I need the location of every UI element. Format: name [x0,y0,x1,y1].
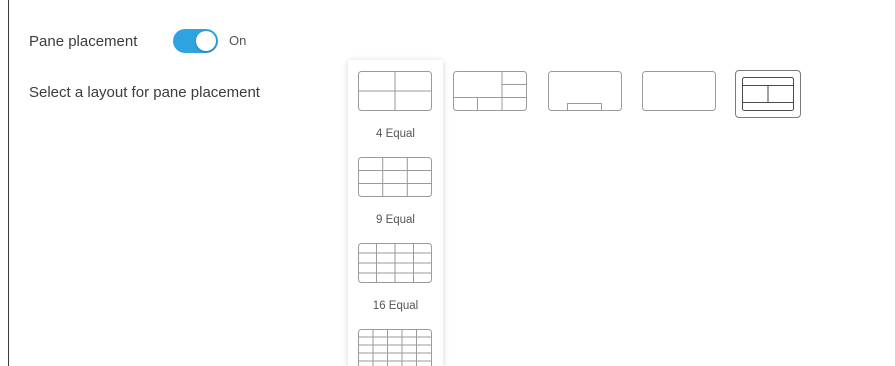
layout-20-grid-icon [358,329,432,366]
layout-option-label: 16 Equal [372,300,419,312]
layout-select-label: Select a layout for pane placement [29,84,260,101]
pane-placement-toggle[interactable] [173,29,218,53]
toggle-knob [196,31,216,51]
layout-option-label: 9 Equal [375,214,415,226]
layout-thumb-single[interactable] [642,71,716,111]
layout-option-9-equal[interactable] [358,157,432,197]
left-border [8,0,9,366]
layout-3-plus-1-icon [742,77,794,111]
layout-thumb-1-plus-5[interactable] [453,71,527,111]
layout-1-plus-5-icon [453,71,527,111]
layout-single-icon [642,71,716,111]
pane-placement-label: Pane placement [29,33,138,50]
layout-option-20-grid[interactable] [358,329,432,366]
layout-option-label: 4 Equal [375,128,415,140]
layout-9-equal-icon [358,157,432,197]
layout-16-equal-icon [358,243,432,283]
layout-4-equal-icon [358,71,432,111]
layout-dropdown[interactable]: 4 Equal 9 Equal 16 Equal [348,60,443,366]
layout-thumb-overlay-bottom[interactable] [548,71,622,111]
layout-thumb-3-plus-1-selected[interactable] [735,70,801,118]
layout-overlay-bottom-icon [548,71,622,111]
layout-option-16-equal[interactable] [358,243,432,283]
layout-option-4-equal[interactable] [358,71,432,111]
toggle-state-label: On [229,33,247,48]
